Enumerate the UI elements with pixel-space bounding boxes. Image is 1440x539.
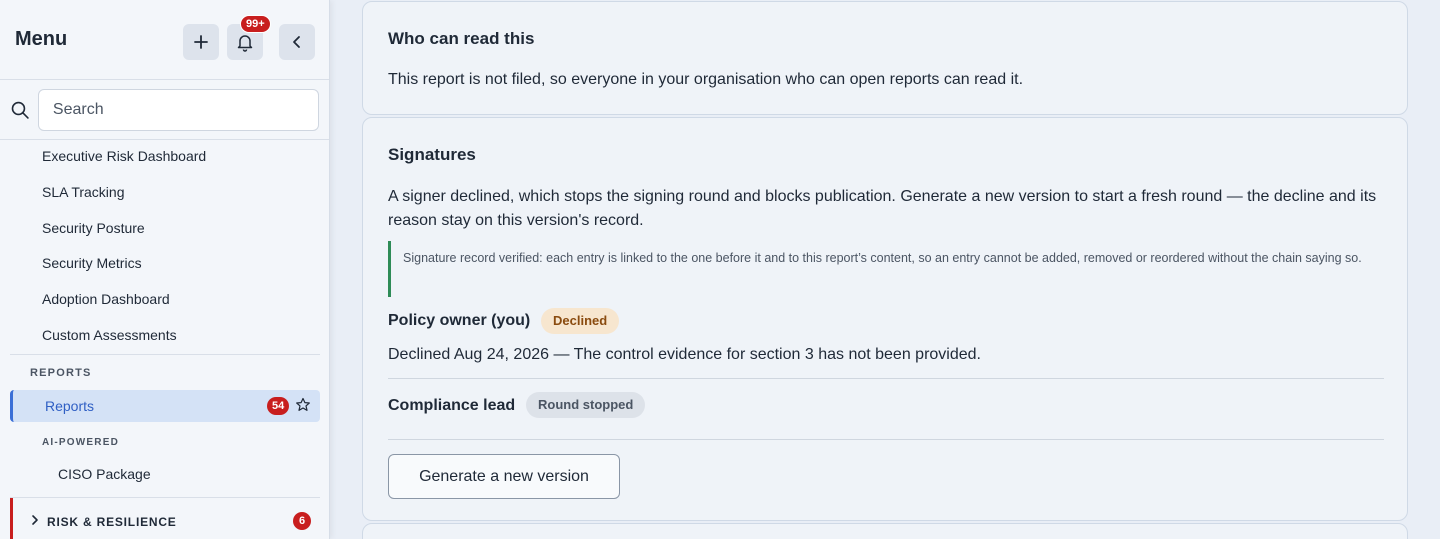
- search-input[interactable]: [37, 88, 319, 131]
- divider: [10, 354, 320, 355]
- collapse-sidebar-button[interactable]: [279, 24, 315, 60]
- add-button[interactable]: [183, 24, 219, 60]
- signatures-card-title: Signatures: [388, 145, 476, 164]
- sidebar-item-label: Reports: [45, 398, 95, 414]
- sidebar-item-security-metrics[interactable]: Security Metrics: [42, 255, 142, 271]
- access-card: Who can read this This report is not fil…: [362, 1, 1408, 115]
- sidebar-group-risk-resilience[interactable]: RISK & RESILIENCE 6: [10, 498, 320, 539]
- generate-new-version-button[interactable]: Generate a new version: [388, 454, 620, 499]
- signer-role: Policy owner (you): [388, 312, 531, 329]
- sidebar-item-executive-risk-dashboard[interactable]: Executive Risk Dashboard: [42, 148, 206, 164]
- sidebar-item-sla-tracking[interactable]: SLA Tracking: [42, 184, 125, 200]
- status-badge-round-stopped: Round stopped: [526, 392, 646, 418]
- section-label-reports: REPORTS: [30, 367, 92, 379]
- reports-count-badge: 54: [267, 397, 290, 415]
- sidebar-group-label: RISK & RESILIENCE: [47, 515, 177, 529]
- sidebar-item-adoption-dashboard[interactable]: Adoption Dashboard: [42, 291, 170, 307]
- notifications-button[interactable]: 99+: [227, 15, 271, 60]
- search-row: [0, 80, 329, 140]
- star-icon[interactable]: [295, 397, 311, 413]
- next-card: [362, 523, 1408, 539]
- risk-count-badge: 6: [293, 512, 311, 530]
- signer-decline-detail: Declined Aug 24, 2026 — The control evid…: [388, 346, 981, 363]
- signer-role: Compliance lead: [388, 397, 516, 414]
- divider: [388, 378, 1384, 379]
- signatures-card-text: A signer declined, which stops the signi…: [388, 188, 1377, 229]
- divider: [388, 439, 1384, 440]
- access-card-text: This report is not filed, so everyone in…: [388, 71, 1024, 88]
- access-card-title: Who can read this: [388, 29, 535, 48]
- sidebar-item-security-posture[interactable]: Security Posture: [42, 220, 145, 236]
- menu-header: Menu 99+: [0, 0, 329, 80]
- sidebar: Menu 99+ Executive Risk Dashboard SLA Tr…: [0, 0, 330, 539]
- chevron-right-icon: [32, 515, 38, 525]
- signatures-card: Signatures A signer declined, which stop…: [362, 117, 1408, 521]
- verification-note: Signature record verified: each entry is…: [388, 241, 1384, 297]
- sidebar-item-reports[interactable]: Reports 54: [10, 390, 320, 422]
- menu-title: Menu: [15, 28, 68, 50]
- status-badge-declined: Declined: [541, 308, 620, 334]
- search-icon: [11, 101, 29, 119]
- notifications-badge: 99+: [240, 15, 271, 33]
- sidebar-item-custom-assessments[interactable]: Custom Assessments: [42, 327, 177, 343]
- sidebar-item-ciso-package[interactable]: CISO Package: [58, 466, 151, 482]
- bell-icon: [237, 35, 253, 52]
- chevron-left-icon: [293, 36, 300, 48]
- section-label-ai-powered: AI-POWERED: [42, 437, 119, 448]
- plus-icon: [194, 35, 208, 49]
